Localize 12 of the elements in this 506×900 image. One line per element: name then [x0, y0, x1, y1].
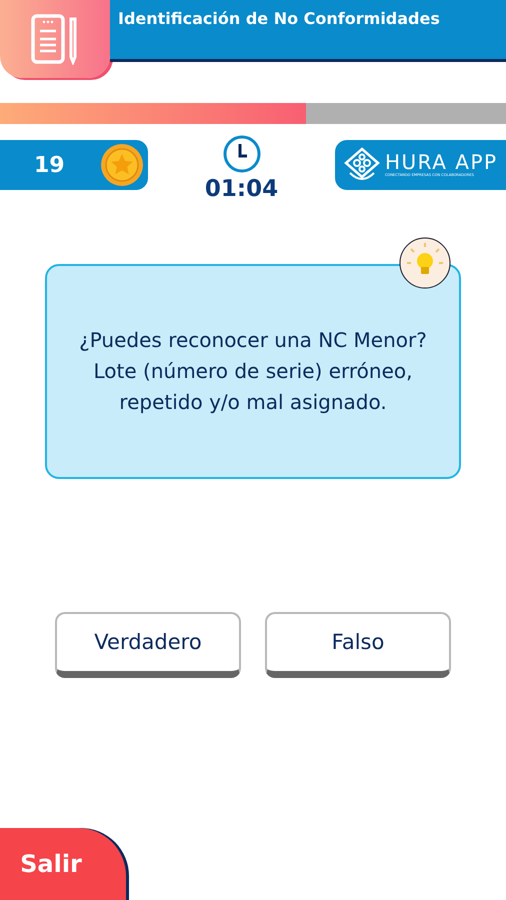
- lightbulb-icon[interactable]: [399, 237, 451, 290]
- question-text: ¿Puedes reconocer una NC Menor? Lote (número de serie) erróneo, repetido y/o mal asignado.: [78, 327, 428, 416]
- screen-title: Identificación de No Conformidades: [110, 0, 506, 62]
- clock-icon: [222, 135, 260, 173]
- exit-button[interactable]: Salir: [0, 828, 126, 900]
- answer-button[interactable]: Falso: [265, 612, 451, 678]
- timer-text: 01:04: [204, 177, 278, 202]
- clipboard-icon: [0, 0, 110, 78]
- star-coin-icon: [100, 143, 144, 187]
- score-count: 19: [34, 152, 65, 180]
- logo-name: HURA APP: [385, 152, 498, 172]
- answer-button[interactable]: Verdadero: [55, 612, 241, 678]
